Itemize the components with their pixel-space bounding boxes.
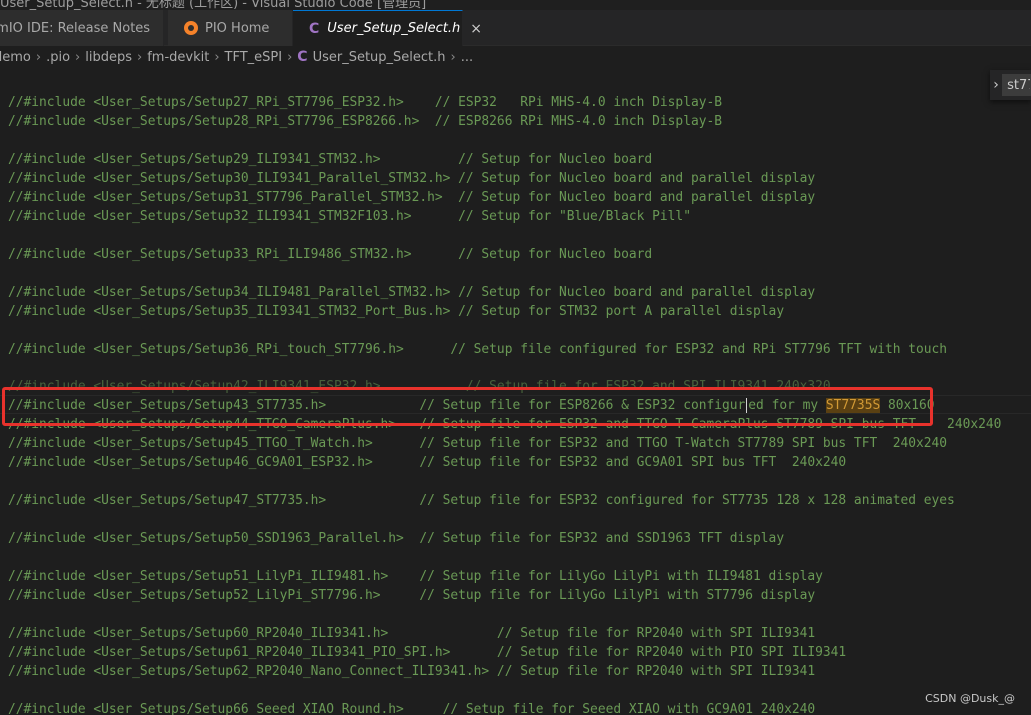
chevron-right-icon: ›: [214, 49, 220, 65]
watermark: CSDN @Dusk_@: [925, 692, 1015, 705]
editor-tab-bar: PlatformIO IDE: Release Notes PIO Home C…: [0, 10, 1031, 46]
code-line[interactable]: //#include <User_Setups/Setup30_ILI9341_…: [8, 169, 815, 188]
code-line[interactable]: //#include <User_Setups/Setup33_RPi_ILI9…: [8, 245, 652, 264]
breadcrumb-item[interactable]: fm-devkit: [147, 50, 209, 65]
chevron-right-icon: ›: [137, 49, 143, 65]
chevron-right-icon[interactable]: ›: [990, 73, 1002, 97]
code-line[interactable]: //#include <User_Setups/Setup36_RPi_touc…: [8, 340, 947, 359]
code-line[interactable]: //#include <User_Setups/Setup27_RPi_ST77…: [8, 93, 722, 112]
breadcrumb-item[interactable]: TFT_eSPI: [225, 50, 283, 65]
code-line[interactable]: //#include <User_Setups/Setup45_TTGO_T_W…: [8, 434, 947, 453]
code-line[interactable]: //#include <User_Setups/Setup35_ILI9341_…: [8, 302, 784, 321]
window-title: User_Setup_Select.h - 无标题 (工作区) - Visual…: [0, 0, 427, 10]
tab-label: PlatformIO IDE: Release Notes: [0, 20, 151, 36]
breadcrumb-item[interactable]: libdeps: [85, 50, 132, 65]
code-line[interactable]: //#include <User_Setups/Setup51_LilyPi_I…: [8, 567, 823, 586]
find-widget: › st7735: [990, 70, 1031, 100]
chevron-right-icon: ›: [287, 49, 293, 65]
breadcrumb-item[interactable]: .pio: [46, 50, 70, 65]
platformio-icon: [184, 21, 198, 35]
tab-label: PIO Home: [205, 20, 270, 36]
tab-release-notes[interactable]: PlatformIO IDE: Release Notes: [0, 10, 164, 46]
c-file-icon: C: [297, 49, 308, 65]
breadcrumb-item[interactable]: User_Setup_Select.h: [313, 50, 446, 65]
tab-pio-home[interactable]: PIO Home: [168, 10, 293, 46]
breadcrumb: demo › .pio › libdeps › fm-devkit › TFT_…: [0, 46, 1031, 68]
tab-label: User_Setup_Select.h: [327, 21, 461, 36]
code-line[interactable]: //#include <User_Setups/Setup46_GC9A01_E…: [8, 453, 846, 472]
code-line[interactable]: //#include <User_Setups/Setup31_ST7796_P…: [8, 188, 815, 207]
title-bar: User_Setup_Select.h - 无标题 (工作区) - Visual…: [0, 0, 1031, 10]
code-line[interactable]: //#include <User_Setups/Setup50_SSD1963_…: [8, 529, 784, 548]
code-line[interactable]: //#include <User_Setups/Setup47_ST7735.h…: [8, 491, 955, 510]
code-line[interactable]: //#include <User_Setups/Setup62_RP2040_N…: [8, 662, 815, 681]
c-file-icon: C: [309, 20, 320, 37]
chevron-right-icon: ›: [35, 49, 42, 65]
code-line[interactable]: //#include <User_Setups/Setup61_RP2040_I…: [8, 643, 846, 662]
annotation-highlight-box: [2, 387, 933, 426]
code-line[interactable]: //#include <User_Setups/Setup52_LilyPi_S…: [8, 586, 815, 605]
close-icon[interactable]: ×: [470, 21, 482, 37]
code-line[interactable]: //#include <User_Setups/Setup28_RPi_ST77…: [8, 112, 722, 131]
code-line[interactable]: //#include <User_Setups/Setup66_Seeed_XI…: [8, 700, 815, 715]
find-input[interactable]: st7735: [1002, 74, 1031, 96]
code-line[interactable]: //#include <User_Setups/Setup29_ILI9341_…: [8, 150, 652, 169]
code-line[interactable]: //#include <User_Setups/Setup32_ILI9341_…: [8, 207, 691, 226]
chevron-right-icon: ›: [75, 49, 81, 65]
code-line[interactable]: //#include <User_Setups/Setup34_ILI9481_…: [8, 283, 815, 302]
tab-user-setup-select[interactable]: C User_Setup_Select.h ×: [293, 10, 482, 46]
breadcrumb-item[interactable]: demo: [0, 50, 31, 65]
code-line[interactable]: //#include <User_Setups/Setup60_RP2040_I…: [8, 624, 815, 643]
breadcrumb-item[interactable]: ...: [461, 50, 473, 65]
chevron-right-icon: ›: [450, 49, 456, 65]
